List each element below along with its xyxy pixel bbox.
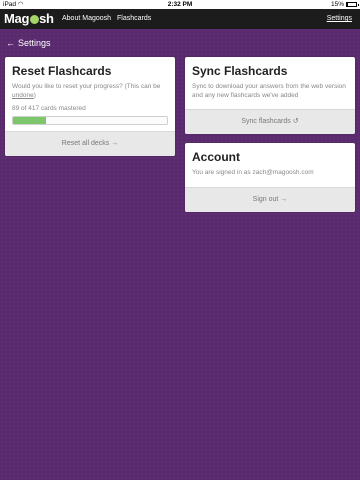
reset-flashcards-card: Reset Flashcards Would you like to reset… bbox=[5, 57, 175, 156]
battery-icon bbox=[346, 2, 359, 7]
reset-all-decks-button[interactable]: Reset all decks → bbox=[5, 131, 175, 156]
breadcrumb[interactable]: ← Settings bbox=[6, 38, 51, 48]
breadcrumb-label: Settings bbox=[18, 38, 51, 48]
sync-flashcards-card: Sync Flashcards Sync to download your an… bbox=[185, 57, 355, 134]
reset-card-title: Reset Flashcards bbox=[12, 64, 112, 78]
account-card-description: You are signed in as zach@magoosh.com bbox=[192, 169, 314, 176]
undone-link[interactable]: undone bbox=[12, 92, 34, 99]
mastery-progress-fill bbox=[13, 117, 46, 124]
nav-settings[interactable]: Settings bbox=[327, 15, 352, 22]
sync-card-title: Sync Flashcards bbox=[192, 64, 288, 78]
sync-card-description: Sync to download your answers from the w… bbox=[192, 83, 346, 99]
top-navbar: Mag sh About Magoosh Flashcards Settings bbox=[0, 9, 360, 29]
sign-out-button[interactable]: Sign out → bbox=[185, 187, 355, 212]
nav-about-magoosh[interactable]: About Magoosh bbox=[62, 15, 111, 22]
reset-description-end: ) bbox=[33, 92, 36, 99]
status-time: 2:32 PM bbox=[167, 1, 193, 8]
mastered-count: 89 of 417 cards mastered bbox=[12, 105, 86, 112]
mastery-progress-bar bbox=[12, 116, 168, 125]
logo-o-icon bbox=[29, 15, 39, 24]
back-arrow-icon[interactable]: ← bbox=[6, 38, 15, 48]
battery-fill bbox=[347, 3, 349, 6]
logo-text-left: Mag bbox=[4, 11, 30, 26]
account-card-title: Account bbox=[192, 150, 240, 164]
magoosh-logo[interactable]: Mag sh bbox=[4, 11, 54, 27]
account-card: Account You are signed in as zach@magoos… bbox=[185, 143, 355, 212]
nav-flashcards[interactable]: Flashcards bbox=[117, 15, 151, 22]
reset-description-text: Would you like to reset your progress? (… bbox=[12, 83, 161, 90]
battery-percent: 15% bbox=[330, 1, 344, 8]
logo-text-right: sh bbox=[39, 11, 54, 26]
reset-card-description: Would you like to reset your progress? (… bbox=[12, 82, 168, 100]
status-bar: iPad ◠ 2:32 PM 15% bbox=[0, 0, 360, 9]
status-battery: 15% bbox=[330, 0, 359, 9]
sync-flashcards-button[interactable]: Sync flashcards ↺ bbox=[185, 109, 355, 134]
